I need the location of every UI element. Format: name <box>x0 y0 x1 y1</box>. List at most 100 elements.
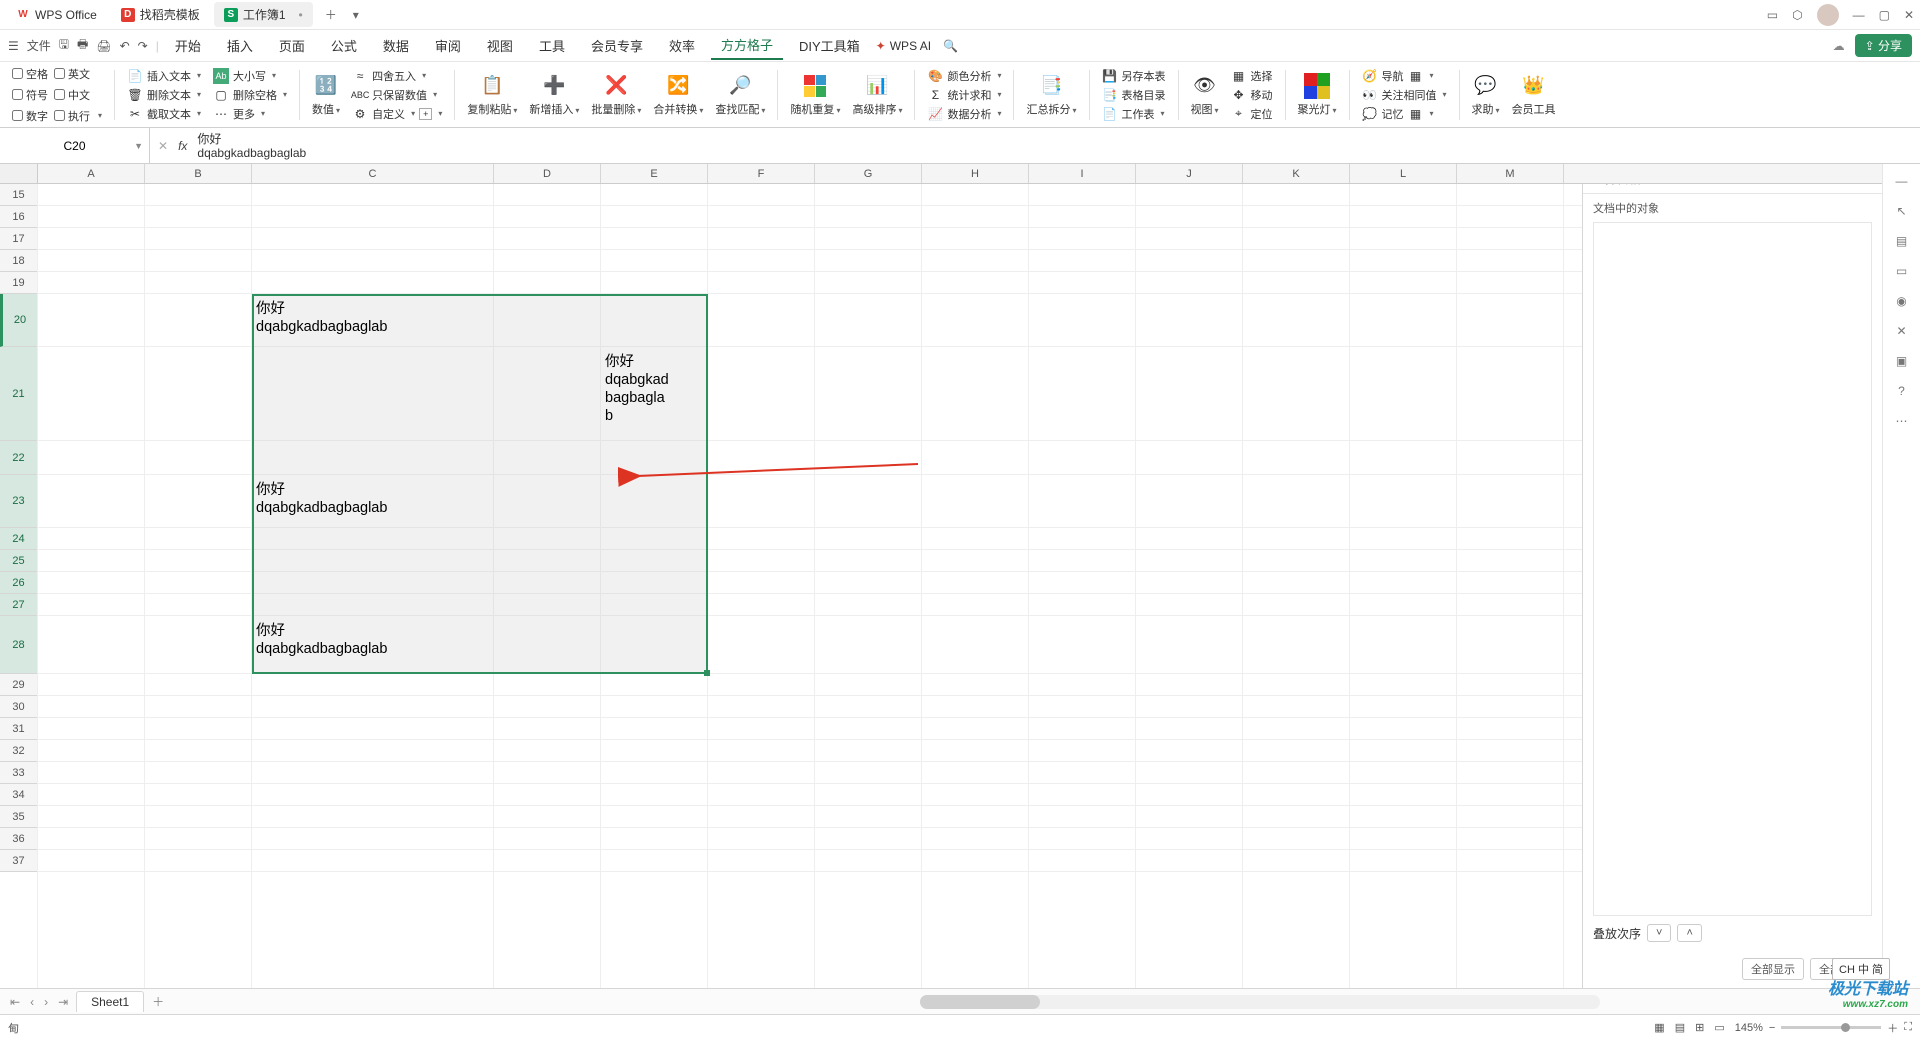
namebox-dropdown-icon[interactable]: ▼ <box>134 141 143 151</box>
cloud-icon[interactable]: ☁ <box>1833 39 1845 53</box>
row-header-30[interactable]: 30 <box>0 696 37 718</box>
fullscreen-icon[interactable]: ⛶ <box>1904 1021 1912 1034</box>
btn-select[interactable]: ▦选择 <box>1231 68 1273 84</box>
row-header-19[interactable]: 19 <box>0 272 37 294</box>
btn-random-repeat[interactable]: 随机重复▾ <box>786 71 844 119</box>
zoom-in-icon[interactable]: ＋ <box>1887 1020 1898 1036</box>
zoom-slider[interactable] <box>1781 1026 1881 1029</box>
chk-number[interactable]: 数字 <box>12 108 48 124</box>
row-header-31[interactable]: 31 <box>0 718 37 740</box>
row-header-15[interactable]: 15 <box>0 184 37 206</box>
btn-more[interactable]: ⋯更多▾ <box>213 106 287 122</box>
menu-data[interactable]: 数据 <box>373 32 419 59</box>
formula-text[interactable]: 你好 dqabgkadbagbaglab <box>197 132 306 160</box>
undo-icon[interactable]: ↶ <box>120 39 130 53</box>
row-header-29[interactable]: 29 <box>0 674 37 696</box>
tab-wps-home[interactable]: W WPS Office <box>6 4 107 26</box>
row-header-35[interactable]: 35 <box>0 806 37 828</box>
menu-view[interactable]: 视图 <box>477 32 523 59</box>
cell-reference-input[interactable] <box>0 139 149 153</box>
move-down-button[interactable]: ˅ <box>1647 924 1671 942</box>
btn-save-as-table[interactable]: 💾另存本表 <box>1102 68 1166 84</box>
btn-data-analysis[interactable]: 📈数据分析▾ <box>927 106 1001 122</box>
cube-icon[interactable]: ⬡ <box>1792 8 1802 22</box>
row-header-28[interactable]: 28 <box>0 616 37 674</box>
sheet-tab-sheet1[interactable]: Sheet1 <box>76 991 144 1012</box>
tab-prev-icon[interactable]: ‹ <box>28 995 36 1009</box>
row-headers[interactable]: 1516171819202122232425262728293031323334… <box>0 184 38 872</box>
col-header-D[interactable]: D <box>494 164 601 183</box>
chk-symbol[interactable]: 符号 <box>12 87 48 103</box>
row-header-21[interactable]: 21 <box>0 347 37 441</box>
print-icon[interactable]: 🖶 <box>77 35 88 56</box>
window-maximize-icon[interactable]: ▢ <box>1879 8 1890 22</box>
btn-batch-delete[interactable]: ❌批量删除▾ <box>587 71 645 119</box>
row-header-23[interactable]: 23 <box>0 475 37 528</box>
btn-round[interactable]: ≈四舍五入▾ <box>352 68 442 84</box>
zoom-out-icon[interactable]: − <box>1769 1022 1775 1034</box>
row-header-34[interactable]: 34 <box>0 784 37 806</box>
btn-new-insert[interactable]: ➕新增插入▾ <box>525 71 583 119</box>
menu-insert[interactable]: 插入 <box>217 32 263 59</box>
btn-watch-same[interactable]: 👀关注相同值▾ <box>1362 87 1447 103</box>
btn-search-match[interactable]: 🔎查找匹配▾ <box>711 71 769 119</box>
selection-handle[interactable] <box>704 670 710 676</box>
layout-icon[interactable]: ▭ <box>1896 264 1907 278</box>
btn-table-dir[interactable]: 📑表格目录 <box>1102 87 1166 103</box>
window-restore-icon[interactable]: ▭ <box>1767 8 1778 22</box>
column-headers[interactable]: ABCDEFGHIJKLM <box>38 164 1882 184</box>
btn-locate[interactable]: ⌖定位 <box>1231 106 1273 122</box>
menu-review[interactable]: 审阅 <box>425 32 471 59</box>
row-header-32[interactable]: 32 <box>0 740 37 762</box>
zoom-control[interactable]: 145% − ＋ ⛶ <box>1735 1020 1912 1036</box>
btn-advanced-sort[interactable]: 📊高级排序▾ <box>848 71 906 119</box>
btn-numeric[interactable]: 🔢数值▾ <box>308 71 344 119</box>
btn-move[interactable]: ✥移动 <box>1231 87 1273 103</box>
row-header-27[interactable]: 27 <box>0 594 37 616</box>
btn-spotlight[interactable]: 聚光灯▾ <box>1294 71 1341 119</box>
menu-formula[interactable]: 公式 <box>321 32 367 59</box>
row-header-20[interactable]: 20 <box>0 294 37 347</box>
share-button[interactable]: ⇪ 分享 <box>1855 34 1912 57</box>
chk-blank[interactable]: 空格 <box>12 66 48 82</box>
collapse-icon[interactable]: — <box>1896 174 1908 188</box>
col-header-F[interactable]: F <box>708 164 815 183</box>
view-pagebreak-icon[interactable]: ⊞ <box>1695 1021 1704 1034</box>
btn-delete-text[interactable]: 🗑删除文本▾ <box>127 87 201 103</box>
col-header-K[interactable]: K <box>1243 164 1350 183</box>
btn-copy-paste[interactable]: 📋复制粘贴▾ <box>463 71 521 119</box>
btn-case[interactable]: Ab大小写▾ <box>213 68 287 84</box>
chk-execute[interactable]: 执行 <box>54 108 90 124</box>
view-page-icon[interactable]: ▤ <box>1675 1021 1685 1034</box>
row-header-18[interactable]: 18 <box>0 250 37 272</box>
row-header-36[interactable]: 36 <box>0 828 37 850</box>
cancel-icon[interactable]: ✕ <box>158 139 168 153</box>
menu-member[interactable]: 会员专享 <box>581 32 653 59</box>
tab-next-icon[interactable]: › <box>42 995 50 1009</box>
name-box[interactable]: ▼ <box>0 128 150 163</box>
fx-icon[interactable]: fx <box>178 139 187 153</box>
row-header-25[interactable]: 25 <box>0 550 37 572</box>
row-header-22[interactable]: 22 <box>0 441 37 475</box>
col-header-M[interactable]: M <box>1457 164 1564 183</box>
tab-templates[interactable]: D 找稻壳模板 <box>111 2 210 27</box>
settings-icon[interactable]: ✕ <box>1896 324 1906 338</box>
search-icon[interactable]: 🔍 <box>943 39 958 53</box>
object-list[interactable] <box>1593 222 1872 916</box>
pointer-icon[interactable]: ↖ <box>1896 204 1906 218</box>
btn-nav[interactable]: 🧭导航 ▦▾ <box>1362 68 1447 84</box>
tab-first-icon[interactable]: ⇤ <box>8 995 22 1009</box>
user-avatar[interactable] <box>1817 4 1839 26</box>
menu-diy-toolbox[interactable]: DIY工具箱 <box>789 32 870 59</box>
show-all-button[interactable]: 全部显示 <box>1742 958 1804 980</box>
menu-wps-ai[interactable]: ✦WPS AI <box>876 39 931 53</box>
btn-intercept-text[interactable]: ✂截取文本▾ <box>127 106 201 122</box>
new-tab-button[interactable]: ＋ <box>317 2 345 27</box>
menu-tools[interactable]: 工具 <box>529 32 575 59</box>
tab-menu-button[interactable]: ▾ <box>345 4 367 26</box>
btn-keep-num[interactable]: ABC只保留数值▾ <box>352 87 442 103</box>
add-sheet-button[interactable]: ＋ <box>150 993 166 1010</box>
col-header-J[interactable]: J <box>1136 164 1243 183</box>
more-icon[interactable]: ⋯ <box>1896 414 1908 428</box>
row-header-33[interactable]: 33 <box>0 762 37 784</box>
